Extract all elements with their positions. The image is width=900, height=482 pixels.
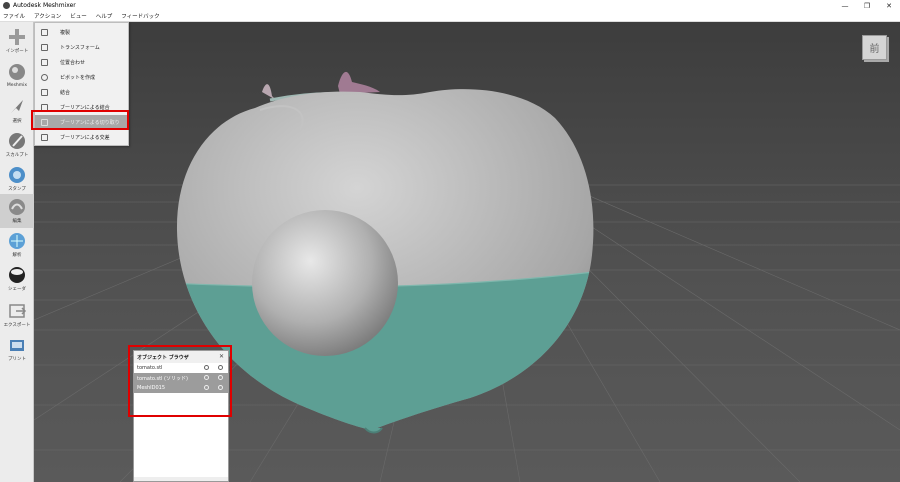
duplicate-icon [41, 28, 48, 36]
printer-icon [10, 340, 24, 351]
menu-action[interactable]: アクション [34, 12, 61, 20]
arrow-icon [11, 100, 23, 113]
menu-item-combine[interactable]: 結合 [35, 85, 128, 99]
tool-analysis-label: 解析 [12, 253, 22, 258]
menu-item-align[interactable]: 位置合わせ [35, 55, 128, 69]
meshmixer-logo-icon [3, 2, 10, 9]
transform-icon [41, 43, 48, 51]
title-bar: Autodesk Meshmixer — ❐ ✕ [0, 0, 900, 11]
restore-button[interactable]: ❐ [856, 0, 878, 11]
tool-shaders[interactable]: シェーダ [0, 262, 34, 296]
menu-item-label: ピボットを作成 [60, 74, 96, 81]
combine-icon [41, 88, 48, 96]
tool-edit[interactable]: 編集 [0, 194, 34, 228]
menu-item-label: 複製 [60, 29, 71, 36]
minimize-button[interactable]: — [834, 0, 856, 11]
export-icon [9, 304, 27, 318]
menu-item-duplicate[interactable]: 複製 [35, 25, 128, 39]
tool-meshmix-label: Meshmix [6, 83, 28, 88]
menu-item-transform[interactable]: トランスフォーム [35, 40, 128, 54]
menu-item-label: トランスフォーム [60, 44, 100, 51]
close-button[interactable]: ✕ [878, 0, 900, 11]
menu-bar: ファイル アクション ビュー ヘルプ フィードバック [0, 11, 900, 22]
tool-stamp[interactable]: スタンプ [0, 162, 34, 196]
window-title: Autodesk Meshmixer [13, 2, 76, 9]
tool-stamp-label: スタンプ [8, 187, 26, 192]
highlight-box-object-browser [128, 345, 232, 417]
meshmix-icon [9, 64, 25, 80]
tool-sculpt-label: スカルプト [5, 153, 29, 158]
tool-export[interactable]: エクスポート [0, 298, 34, 332]
window-controls: — ❐ ✕ [834, 0, 900, 11]
tool-meshmix[interactable]: Meshmix [0, 59, 34, 93]
tool-select[interactable]: 選択 [0, 94, 34, 128]
menu-item-label: 結合 [60, 89, 71, 96]
menu-feedback[interactable]: フィードバック [121, 12, 159, 20]
tool-analysis[interactable]: 解析 [0, 228, 34, 262]
menu-view[interactable]: ビュー [70, 12, 87, 20]
menu-item-label: 位置合わせ [60, 59, 86, 66]
tool-print[interactable]: プリント [0, 332, 34, 366]
analysis-icon [9, 233, 25, 249]
tool-export-label: エクスポート [3, 323, 31, 328]
highlight-box-boolean-difference [31, 110, 129, 130]
view-cube[interactable]: 前 [862, 35, 887, 60]
tomato-bottom-tip [364, 427, 383, 434]
pivot-icon [41, 73, 48, 81]
tool-import-label: インポート [5, 49, 29, 54]
plus-icon [9, 29, 25, 45]
tool-import[interactable]: インポート [0, 24, 34, 58]
edit-icon [9, 199, 25, 215]
menu-item-create-pivot[interactable]: ピボットを作成 [35, 70, 128, 84]
shader-sphere-icon [9, 267, 25, 283]
object-browser-footer [134, 477, 228, 481]
align-icon [41, 58, 48, 66]
menu-item-boolean-intersect[interactable]: ブーリアンによる交差 [35, 130, 128, 144]
boolean-intersect-icon [41, 133, 48, 141]
stamp-icon [9, 167, 25, 183]
tool-shaders-label: シェーダ [8, 287, 26, 292]
left-toolbar: インポート Meshmix 選択 スカルプト スタンプ 編集 解析 シェーダ エ… [0, 22, 34, 482]
brush-icon [9, 133, 25, 149]
menu-help[interactable]: ヘルプ [96, 12, 113, 20]
tool-select-label: 選択 [12, 119, 22, 124]
boolean-sphere [252, 210, 398, 356]
tool-sculpt[interactable]: スカルプト [0, 128, 34, 162]
tool-print-label: プリント [8, 357, 26, 362]
tool-edit-label: 編集 [12, 219, 22, 224]
menu-item-label: ブーリアンによる交差 [60, 134, 110, 141]
menu-file[interactable]: ファイル [3, 12, 25, 20]
